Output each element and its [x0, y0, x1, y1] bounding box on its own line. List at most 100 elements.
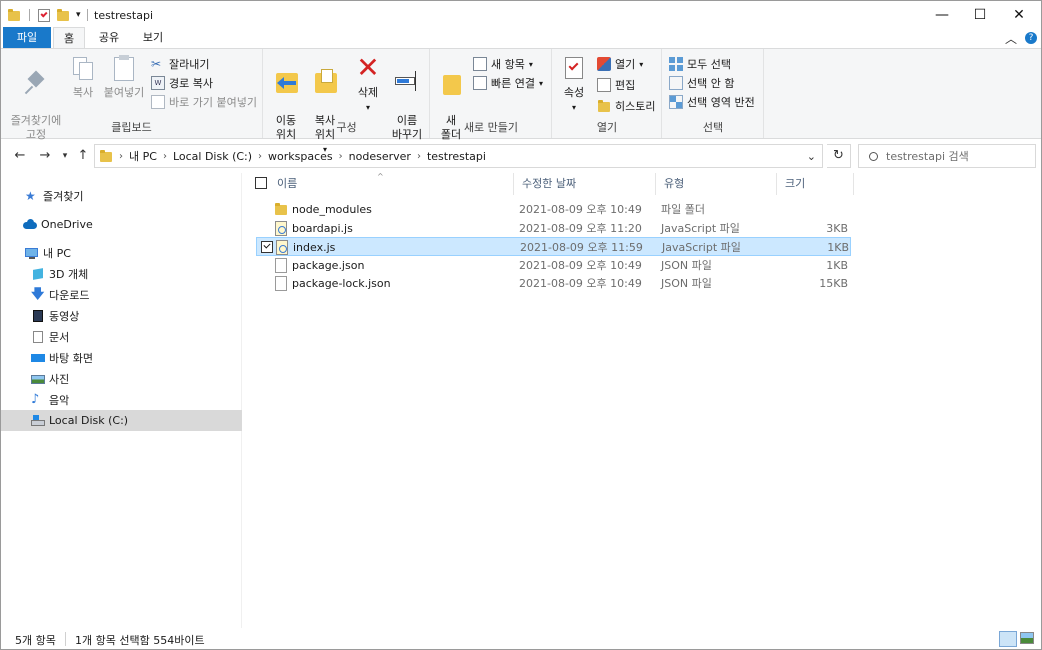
- nav-item-downloads[interactable]: 🡇 다운로드: [1, 284, 242, 305]
- dropdown-arrow-icon: ▾: [365, 103, 370, 112]
- help-icon[interactable]: ?: [1025, 32, 1037, 44]
- select-all-button[interactable]: 모두 선택: [669, 55, 731, 73]
- move-to-icon: [272, 67, 300, 97]
- download-icon: 🡇: [31, 286, 45, 302]
- column-header-size[interactable]: 크기: [777, 173, 854, 195]
- dropdown-arrow-icon: ▾: [538, 78, 543, 88]
- file-row-index-js[interactable]: index.js 2021-08-09 오후 11:59 JavaScript …: [256, 237, 851, 256]
- new-item-button[interactable]: 새 항목 ▾: [473, 55, 533, 73]
- nav-item-desktop[interactable]: 바탕 화면: [1, 347, 242, 368]
- drive-icon: [31, 414, 45, 428]
- new-folder-quick-icon[interactable]: [56, 8, 70, 22]
- file-icon: [274, 276, 288, 291]
- open-button[interactable]: 열기 ▾: [597, 55, 643, 73]
- open-group: 속성 ▾ 열기 ▾ 편집 히스토리 열기: [553, 49, 662, 138]
- column-header-row: 이름 ^ 수정한 날짜 유형 크기: [244, 172, 854, 195]
- collapse-ribbon-icon[interactable]: ︿: [1005, 30, 1017, 47]
- ribbon: 즐겨찾기에 고정 복사 붙여넣기 ✂ 잘라내기 W 경로 복사 바로 가기 붙여…: [1, 48, 1041, 154]
- history-button[interactable]: 히스토리: [597, 97, 655, 115]
- tab-view[interactable]: 보기: [135, 27, 171, 49]
- customize-quick-access-icon[interactable]: ▾: [76, 10, 81, 20]
- tab-share[interactable]: 공유: [91, 27, 127, 49]
- column-header-date[interactable]: 수정한 날짜: [514, 173, 656, 195]
- forward-arrow-icon: →: [39, 148, 51, 163]
- edit-button[interactable]: 편집: [597, 76, 635, 94]
- new-item-icon: [473, 57, 487, 71]
- up-arrow-icon: ↑: [77, 148, 89, 163]
- back-button[interactable]: ←: [11, 147, 29, 165]
- computer-icon: [25, 246, 39, 260]
- file-row-package-json[interactable]: package.json 2021-08-09 오후 10:49 JSON 파일…: [256, 256, 851, 275]
- nav-item-pictures[interactable]: 사진: [1, 368, 242, 389]
- status-divider: [65, 632, 66, 646]
- invert-selection-button[interactable]: 선택 영역 반전: [669, 93, 755, 111]
- column-header-type[interactable]: 유형: [656, 173, 777, 195]
- copy-path-button[interactable]: W 경로 복사: [151, 74, 213, 92]
- file-row-node-modules[interactable]: node_modules 2021-08-09 오후 10:49 파일 폴더: [256, 200, 851, 219]
- nav-item-quick-access[interactable]: ★ 즐겨찾기: [1, 185, 242, 206]
- delete-button[interactable]: ✕ 삭제 ▾: [352, 53, 384, 115]
- refresh-button[interactable]: ↻: [827, 144, 851, 168]
- breadcrumb-local-disk[interactable]: Local Disk (C:): [173, 150, 252, 163]
- column-header-name[interactable]: 이름 ^: [269, 172, 514, 195]
- paste-shortcut-button[interactable]: 바로 가기 붙여넣기: [151, 93, 257, 111]
- nav-item-videos[interactable]: 동영상: [1, 305, 242, 326]
- rename-icon: [393, 67, 421, 97]
- cube-icon: [31, 267, 45, 281]
- breadcrumb-testrestapi[interactable]: testrestapi: [427, 150, 486, 163]
- tab-home[interactable]: 홈: [53, 27, 85, 49]
- details-view-icon[interactable]: [999, 631, 1017, 647]
- tab-file[interactable]: 파일: [3, 27, 51, 49]
- row-checkbox-checked[interactable]: [261, 241, 273, 253]
- large-icons-view-icon[interactable]: [1020, 632, 1034, 644]
- select-none-icon: [669, 76, 683, 90]
- nav-item-documents[interactable]: 문서: [1, 326, 242, 347]
- address-row: ← → ▾ ↑ › 내 PC › Local Disk (C:) › works…: [1, 141, 1041, 171]
- close-button[interactable]: ✕: [996, 1, 1042, 29]
- nav-item-music[interactable]: ♪ 음악: [1, 389, 242, 410]
- breadcrumb-nodeserver[interactable]: nodeserver: [349, 150, 411, 163]
- breadcrumb-this-pc[interactable]: 내 PC: [129, 148, 157, 164]
- search-box[interactable]: testrestapi 검색: [858, 144, 1036, 168]
- cut-button[interactable]: ✂ 잘라내기: [151, 55, 209, 73]
- new-group: 새 폴더 새 항목 ▾ 빠른 연결 ▾ 새로 만들기: [431, 49, 552, 141]
- organize-group: 이동 위치 복사 위치 ▾ ✕ 삭제 ▾ 이름 바꾸기 구성: [264, 49, 430, 154]
- file-list: 이름 ^ 수정한 날짜 유형 크기 node_modules 2021-08-0…: [244, 172, 1041, 628]
- properties-quick-icon[interactable]: [38, 8, 50, 22]
- edit-icon: [597, 78, 611, 92]
- refresh-icon: ↻: [833, 148, 844, 163]
- file-row-boardapi-js[interactable]: boardapi.js 2021-08-09 오후 11:20 JavaScri…: [256, 219, 851, 238]
- properties-button[interactable]: 속성 ▾: [559, 53, 589, 115]
- easy-access-button[interactable]: 빠른 연결 ▾: [473, 74, 543, 92]
- file-row-package-lock-json[interactable]: package-lock.json 2021-08-09 오후 10:49 JS…: [256, 274, 851, 293]
- clipboard-group: 즐겨찾기에 고정 복사 붙여넣기 ✂ 잘라내기 W 경로 복사 바로 가기 붙여…: [1, 49, 263, 141]
- star-icon: ★: [25, 188, 36, 203]
- up-button[interactable]: ↑: [74, 147, 92, 165]
- forward-button[interactable]: →: [36, 147, 54, 165]
- address-bar[interactable]: › 내 PC › Local Disk (C:) › workspaces › …: [94, 144, 823, 168]
- new-group-label: 새로 만들기: [463, 121, 519, 134]
- nav-item-local-disk[interactable]: Local Disk (C:): [1, 410, 242, 431]
- breadcrumb-workspaces[interactable]: workspaces: [268, 150, 333, 163]
- dropdown-arrow-icon: ▾: [528, 59, 533, 69]
- select-none-button[interactable]: 선택 안 함: [669, 74, 734, 92]
- history-icon: [597, 99, 611, 113]
- quick-access-toolbar: ▾: [7, 7, 94, 23]
- paste-button[interactable]: 붙여넣기: [101, 53, 147, 100]
- navigation-pane: ★ 즐겨찾기 OneDrive 내 PC 3D 개체 🡇 다운로드 동영상 문서: [1, 173, 242, 628]
- folder-icon: [99, 149, 113, 163]
- select-group: 모두 선택 선택 안 함 선택 영역 반전 선택: [663, 49, 764, 138]
- copy-button[interactable]: 복사: [67, 53, 99, 100]
- nav-item-this-pc[interactable]: 내 PC: [1, 242, 242, 263]
- organize-group-label: 구성: [336, 121, 357, 134]
- chevron-down-icon: ▾: [62, 151, 68, 161]
- divider: [86, 9, 88, 21]
- recent-locations-button[interactable]: ▾: [56, 147, 74, 165]
- select-all-checkbox[interactable]: [255, 177, 267, 189]
- nav-item-3d-objects[interactable]: 3D 개체: [1, 263, 242, 284]
- open-icon: [597, 57, 611, 71]
- address-history-dropdown-icon[interactable]: ⌄: [807, 150, 816, 163]
- js-file-icon: [274, 221, 288, 236]
- nav-item-onedrive[interactable]: OneDrive: [1, 214, 242, 235]
- paste-icon: [110, 53, 138, 83]
